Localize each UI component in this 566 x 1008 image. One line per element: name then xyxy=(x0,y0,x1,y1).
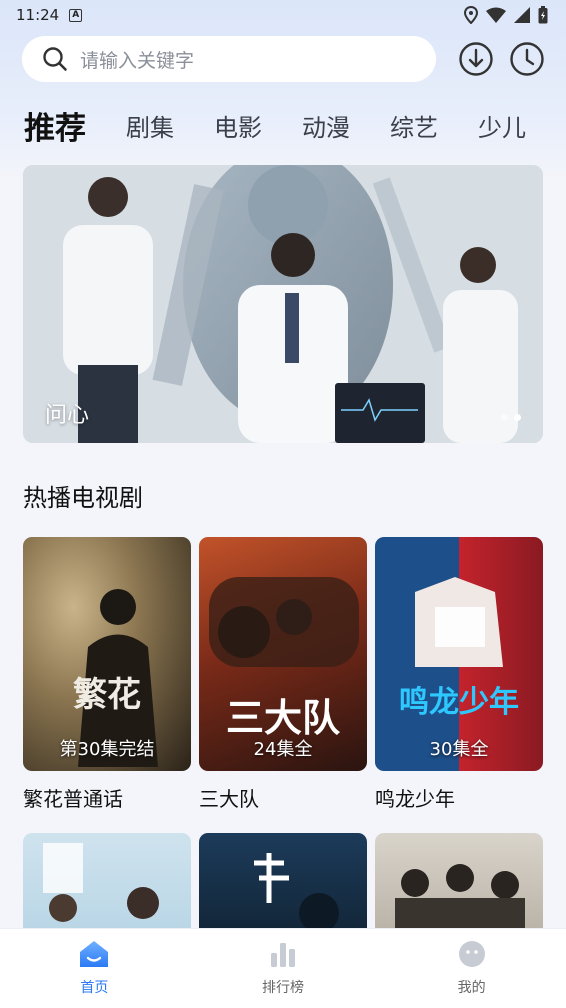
nav-label-profile: 我的 xyxy=(457,980,486,996)
drama-poster: 鸣龙少年 30集全 xyxy=(375,537,543,771)
nav-home[interactable]: 首页 xyxy=(0,929,189,1008)
wifi-icon xyxy=(486,7,506,23)
drama-title: 繁花普通话 xyxy=(23,787,123,811)
poster-art-text: 繁花 xyxy=(73,675,141,715)
drama-list: 繁花 第30集完结 繁花普通话 三大队 24集全 三大队 鸣龙少年 30集全 鸣… xyxy=(23,537,543,817)
banner-pagination xyxy=(501,414,521,421)
status-bar: 11:24 A xyxy=(0,0,566,30)
drama-poster[interactable] xyxy=(375,833,543,933)
episode-badge: 24集全 xyxy=(253,739,313,760)
drama-poster[interactable] xyxy=(23,833,191,933)
episode-badge: 第30集完结 xyxy=(59,739,155,760)
drama-list-row-2 xyxy=(23,833,543,933)
drama-poster: 三大队 24集全 xyxy=(199,537,367,771)
poster-art-text: 鸣龙少年 xyxy=(399,685,519,720)
poster-art-text: 三大队 xyxy=(225,695,340,740)
poster-figure xyxy=(254,853,339,933)
drama-card[interactable]: 鸣龙少年 30集全 鸣龙少年 xyxy=(375,537,543,812)
ranking-icon xyxy=(271,943,295,967)
poster-figure xyxy=(395,864,525,933)
pagination-dot-active xyxy=(514,414,521,421)
signal-icon xyxy=(514,7,530,23)
nav-label-home: 首页 xyxy=(80,980,109,996)
profile-icon xyxy=(458,941,485,967)
drama-title: 鸣龙少年 xyxy=(375,787,455,811)
tab-movies[interactable]: 电影 xyxy=(214,108,262,143)
nav-label-ranking: 排行榜 xyxy=(262,980,304,996)
drama-poster: 繁花 第30集完结 xyxy=(23,537,191,771)
tab-anime[interactable]: 动漫 xyxy=(302,108,350,143)
section-title: 热播电视剧 xyxy=(23,484,143,512)
bottom-nav: 首页 排行榜 我的 xyxy=(0,928,566,1008)
nav-ranking[interactable]: 排行榜 xyxy=(189,929,378,1008)
episode-badge: 30集全 xyxy=(429,739,489,760)
category-tabs: 推荐 剧集 电影 动漫 综艺 少儿 xyxy=(24,100,566,150)
battery-icon xyxy=(538,6,548,24)
search-input[interactable]: 请输入关键字 xyxy=(22,36,436,82)
banner-image xyxy=(23,165,543,443)
tab-variety[interactable]: 综艺 xyxy=(390,108,438,143)
pagination-dot xyxy=(501,414,508,421)
featured-banner[interactable]: 问心 xyxy=(23,165,543,443)
search-placeholder: 请输入关键字 xyxy=(80,49,195,72)
drama-card[interactable]: 三大队 24集全 三大队 xyxy=(199,537,367,812)
search-row: 请输入关键字 xyxy=(22,36,546,82)
tab-series[interactable]: 剧集 xyxy=(126,108,174,143)
nav-profile[interactable]: 我的 xyxy=(377,929,566,1008)
home-icon xyxy=(80,941,109,967)
tab-kids[interactable]: 少儿 xyxy=(478,108,526,143)
search-icon xyxy=(43,47,67,71)
drama-title: 三大队 xyxy=(199,787,259,811)
location-icon xyxy=(464,6,478,24)
history-clock-icon[interactable] xyxy=(509,41,545,77)
a-notification-icon: A xyxy=(69,8,83,22)
banner-title: 问心 xyxy=(45,403,90,428)
status-time: 11:24 xyxy=(16,6,60,24)
drama-card[interactable]: 繁花 第30集完结 繁花普通话 xyxy=(23,537,191,812)
tab-recommended[interactable]: 推荐 xyxy=(24,103,86,148)
drama-poster[interactable] xyxy=(199,833,367,933)
app-screen: 11:24 A 请输入关键字 推荐 剧集 电影 动漫 综艺 少儿 问心 热播电视… xyxy=(0,0,566,1008)
poster-figure xyxy=(43,843,159,922)
download-icon[interactable] xyxy=(458,41,494,77)
